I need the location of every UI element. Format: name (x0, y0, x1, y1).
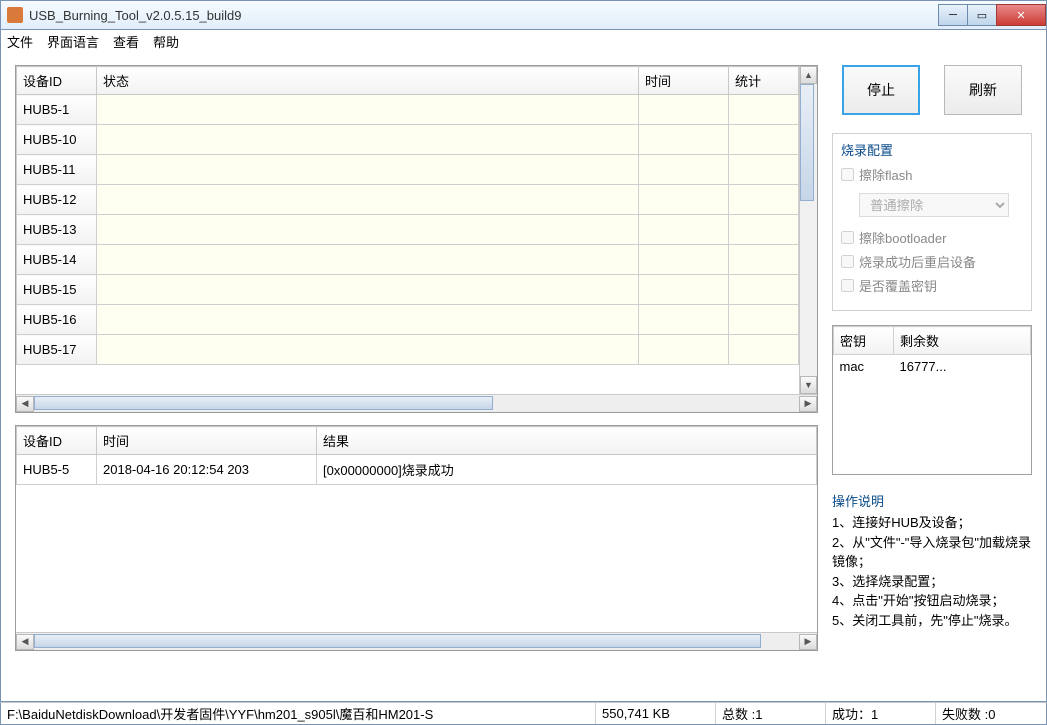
instruction-line: 5、关闭工具前，先"停止"烧录。 (832, 612, 1032, 631)
results-table: 设备ID 时间 结果 HUB5-52018-04-16 20:12:54 203… (15, 425, 818, 651)
menu-view[interactable]: 查看 (113, 32, 139, 51)
instruction-line: 4、点击"开始"按钮启动烧录； (832, 592, 1032, 611)
erase-bootloader-checkbox[interactable]: 擦除bootloader (841, 228, 1023, 247)
table-row[interactable]: HUB5-15 (17, 275, 799, 305)
status-total: 总数 :1 (716, 703, 826, 724)
status-success: 成功：1 (826, 703, 936, 724)
erase-flash-checkbox[interactable]: 擦除flash (841, 165, 1023, 184)
header-status[interactable]: 状态 (97, 67, 639, 95)
menu-language[interactable]: 界面语言 (47, 32, 99, 51)
close-button[interactable]: ✕ (996, 4, 1046, 26)
refresh-button[interactable]: 刷新 (944, 65, 1022, 115)
config-title: 烧录配置 (841, 140, 1023, 159)
header-time-2[interactable]: 时间 (97, 427, 317, 455)
table-row[interactable]: HUB5-13 (17, 215, 799, 245)
minimize-button[interactable]: ─ (938, 4, 968, 26)
status-bar: F:\BaiduNetdiskDownload\开发者固件\YYF\hm201_… (0, 702, 1047, 725)
menu-bar: 文件 界面语言 查看 帮助 (0, 30, 1047, 53)
status-path: F:\BaiduNetdiskDownload\开发者固件\YYF\hm201_… (1, 703, 596, 724)
reboot-after-checkbox[interactable]: 烧录成功后重启设备 (841, 252, 1023, 271)
stop-button[interactable]: 停止 (842, 65, 920, 115)
table-row[interactable]: HUB5-14 (17, 245, 799, 275)
instruction-line: 2、从"文件"-"导入烧录包"加载烧录镜像； (832, 534, 1032, 572)
table-row[interactable]: HUB5-52018-04-16 20:12:54 203[0x00000000… (17, 455, 817, 485)
menu-file[interactable]: 文件 (7, 32, 33, 51)
maximize-button[interactable]: ▭ (967, 4, 997, 26)
header-result[interactable]: 结果 (317, 427, 817, 455)
horizontal-scrollbar-2[interactable]: ◀▶ (16, 632, 817, 650)
table-row[interactable]: HUB5-16 (17, 305, 799, 335)
table-row[interactable]: HUB5-17 (17, 335, 799, 365)
app-icon (7, 7, 23, 23)
horizontal-scrollbar[interactable]: ◀▶ (16, 394, 817, 412)
erase-mode-select[interactable]: 普通擦除 (859, 193, 1009, 217)
table-row[interactable]: HUB5-1 (17, 95, 799, 125)
instruction-line: 3、选择烧录配置； (832, 573, 1032, 592)
table-row[interactable]: HUB5-11 (17, 155, 799, 185)
status-size: 550,741 KB (596, 703, 716, 724)
header-remain[interactable]: 剩余数 (894, 327, 1031, 355)
status-fail: 失败数 :0 (936, 703, 1046, 724)
key-row[interactable]: mac 16777... (834, 355, 1031, 379)
vertical-scrollbar[interactable]: ▲▼ (799, 66, 817, 394)
burn-config-group: 烧录配置 擦除flash 普通擦除 擦除bootloader 烧录成功后重启设备… (832, 133, 1032, 311)
overwrite-key-checkbox[interactable]: 是否覆盖密钥 (841, 276, 1023, 295)
window-title: USB_Burning_Tool_v2.0.5.15_build9 (29, 8, 939, 23)
header-count[interactable]: 统计 (729, 67, 799, 95)
header-key[interactable]: 密钥 (834, 327, 894, 355)
instructions: 操作说明 1、连接好HUB及设备；2、从"文件"-"导入烧录包"加载烧录镜像；3… (832, 491, 1032, 632)
key-table: 密钥 剩余数 mac 16777... (832, 325, 1032, 475)
header-device-id[interactable]: 设备ID (17, 67, 97, 95)
menu-help[interactable]: 帮助 (153, 32, 179, 51)
instruction-line: 1、连接好HUB及设备； (832, 514, 1032, 533)
title-bar: USB_Burning_Tool_v2.0.5.15_build9 ─ ▭ ✕ (0, 0, 1047, 30)
table-row[interactable]: HUB5-10 (17, 125, 799, 155)
table-row[interactable]: HUB5-12 (17, 185, 799, 215)
instructions-title: 操作说明 (832, 491, 1032, 510)
device-table: 设备ID 状态 时间 统计 HUB5-1HUB5-10HUB5-11HUB5-1… (15, 65, 818, 413)
header-time[interactable]: 时间 (639, 67, 729, 95)
header-device-id-2[interactable]: 设备ID (17, 427, 97, 455)
